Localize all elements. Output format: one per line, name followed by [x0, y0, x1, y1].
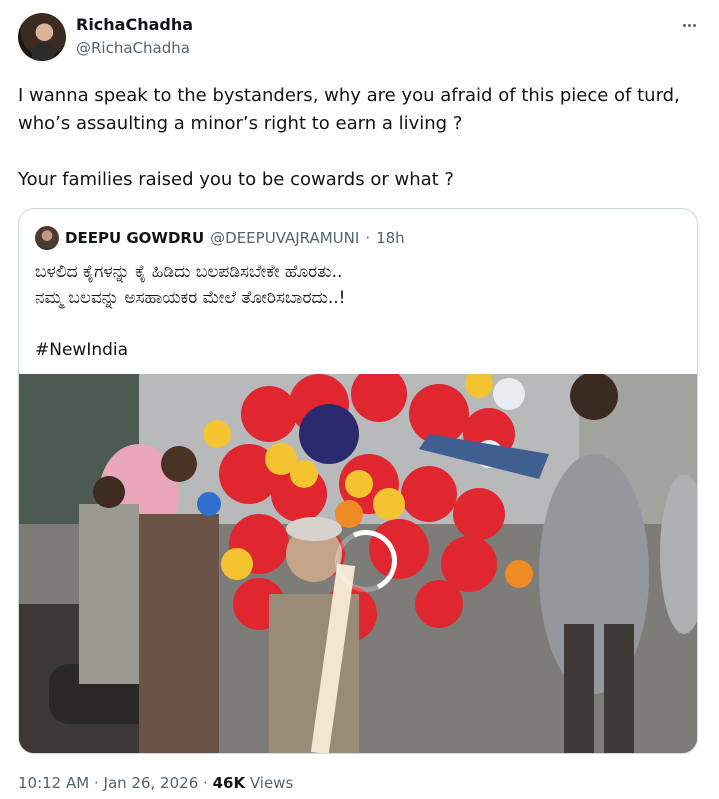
- author-name[interactable]: RichaChadha: [76, 15, 193, 34]
- quoted-text-line: ಬಳಲಿದ ಕೈಗಳನ್ನು ಕೈ ಹಿಡಿದು ಬಲಪಡಿಸಬೇಕೇ ಹೊರತ…: [35, 262, 343, 282]
- tweet-header: RichaChadha @RichaChadha: [18, 13, 701, 65]
- ellipsis-icon[interactable]: [677, 15, 701, 35]
- quoted-avatar: [35, 226, 59, 250]
- quoted-text-line: ನಮ್ಮ ಬಲವನ್ನು ಅಸಹಾಯಕರ ಮೇಲೆ ತೋರಿಸಬಾರದು..!: [35, 288, 346, 308]
- tweet-text: I wanna speak to the bystanders, why are…: [18, 82, 701, 194]
- separator-dot: ·: [203, 774, 208, 792]
- tweet-text-line: who’s assaulting a minor’s right to earn…: [18, 113, 463, 134]
- tweet-metadata: 10:12 AM · Jan 26, 2026 · 46K Views: [18, 774, 293, 792]
- video-player[interactable]: [19, 374, 697, 753]
- tweet-text-line: I wanna speak to the bystanders, why are…: [18, 85, 680, 106]
- quoted-timestamp: 18h: [376, 229, 405, 247]
- quoted-tweet-header: DEEPU GOWDRU @DEEPUVAJRAMUNI · 18h: [35, 226, 405, 250]
- separator-dot: ·: [93, 774, 99, 792]
- quoted-author-handle: @DEEPUVAJRAMUNI: [210, 229, 360, 247]
- quoted-tweet[interactable]: DEEPU GOWDRU @DEEPUVAJRAMUNI · 18h ಬಳಲಿದ…: [18, 208, 698, 754]
- quoted-author-name: DEEPU GOWDRU: [65, 229, 205, 247]
- author-handle[interactable]: @RichaChadha: [76, 39, 190, 57]
- tweet-time[interactable]: 10:12 AM: [18, 774, 89, 792]
- views-count: 46K: [212, 774, 246, 792]
- tweet-date[interactable]: Jan 26, 2026: [104, 774, 199, 792]
- separator-dot: ·: [365, 229, 371, 247]
- hashtag-link[interactable]: #NewIndia: [35, 337, 685, 363]
- avatar[interactable]: [18, 13, 66, 61]
- tweet-text-line: Your families raised you to be cowards o…: [18, 169, 454, 190]
- views-label: Views: [249, 774, 294, 792]
- quoted-text: ಬಳಲಿದ ಕೈಗಳನ್ನು ಕೈ ಹಿಡಿದು ಬಲಪಡಿಸಬೇಕೇ ಹೊರತ…: [35, 259, 685, 363]
